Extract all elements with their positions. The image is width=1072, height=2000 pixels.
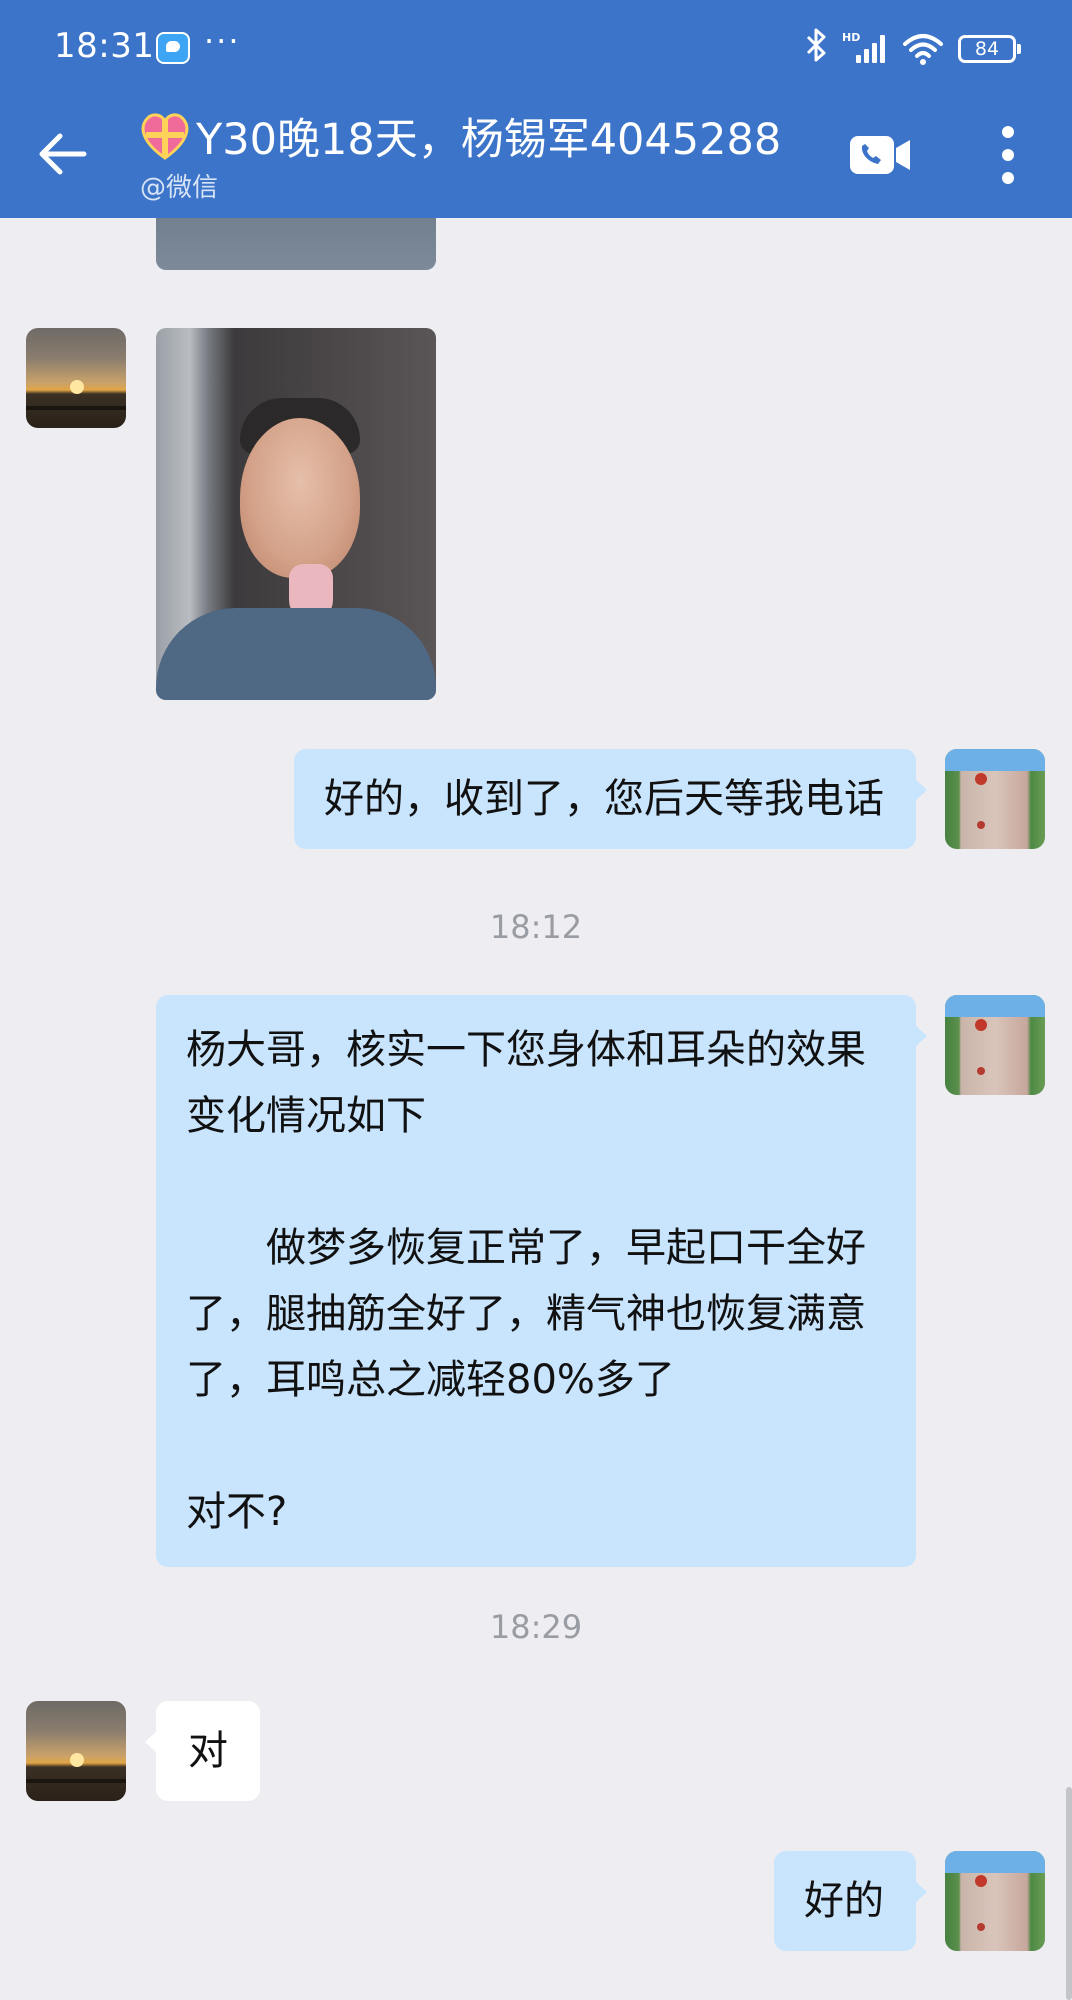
more-menu-button[interactable] (998, 124, 1018, 186)
video-call-icon (850, 136, 910, 174)
message-image[interactable] (156, 218, 436, 270)
arrow-left-icon (39, 133, 87, 175)
heart-gift-icon (138, 110, 192, 162)
message-text: 杨大哥，核实一下您身体和耳朵的效果变化情况如下 (186, 1027, 866, 1139)
app-notification-icon (156, 32, 190, 64)
message-image[interactable] (156, 328, 436, 700)
message-bubble[interactable]: 杨大哥，核实一下您身体和耳朵的效果变化情况如下 做梦多恢复正常了，早起口干全好了… (156, 995, 927, 1567)
status-time: 18:31 (54, 26, 155, 66)
chat-message-list[interactable]: 好的，收到了，您后天等我电话 18:12 杨大哥，核实一下您身体和耳朵的效果变化… (0, 218, 1072, 2000)
message-bubble[interactable]: 对 (145, 1701, 260, 1801)
contact-avatar[interactable] (26, 328, 126, 428)
network-label: HD (842, 31, 861, 44)
message-timestamp: 18:12 (489, 908, 583, 946)
scrollbar[interactable] (1066, 1787, 1072, 2000)
message-text: 做梦多恢复正常了，早起口干全好了，腿抽筋全好了，精气神也恢复满意了，耳鸣总之减轻… (186, 1225, 866, 1403)
bluetooth-icon (804, 27, 828, 71)
chat-title-row[interactable]: Y30晚18天，杨锡军4045288 (138, 105, 781, 167)
status-more: ··· (204, 22, 241, 60)
message-text: 好的 (804, 1878, 884, 1924)
chat-title: Y30晚18天，杨锡军4045288 (196, 115, 782, 165)
my-avatar[interactable] (945, 995, 1045, 1095)
back-button[interactable] (34, 126, 90, 182)
photo-shirt (156, 608, 436, 700)
message-text: 好的，收到了，您后天等我电话 (324, 776, 884, 822)
my-avatar[interactable] (945, 749, 1045, 849)
message-timestamp: 18:29 (489, 1608, 583, 1646)
my-avatar[interactable] (945, 1851, 1045, 1951)
cell-signal-icon: HD (842, 31, 888, 67)
more-vertical-icon (1002, 126, 1014, 184)
message-bubble[interactable]: 好的，收到了，您后天等我电话 (294, 749, 927, 849)
message-text: 对 (188, 1728, 228, 1774)
battery-indicator: 84 (958, 35, 1021, 63)
photo-face (240, 418, 360, 578)
chat-subtitle: @微信 (140, 173, 219, 203)
message-text: 对不? (186, 1489, 288, 1535)
video-call-button[interactable] (848, 134, 912, 176)
top-bar: 18:31 ··· HD 84 Y30晚18天，杨锡军4045288 @微信 (0, 0, 1072, 218)
contact-avatar[interactable] (26, 1701, 126, 1801)
wifi-icon (902, 32, 944, 66)
message-bubble[interactable]: 好的 (774, 1851, 927, 1951)
status-icons: HD 84 (804, 24, 1021, 74)
